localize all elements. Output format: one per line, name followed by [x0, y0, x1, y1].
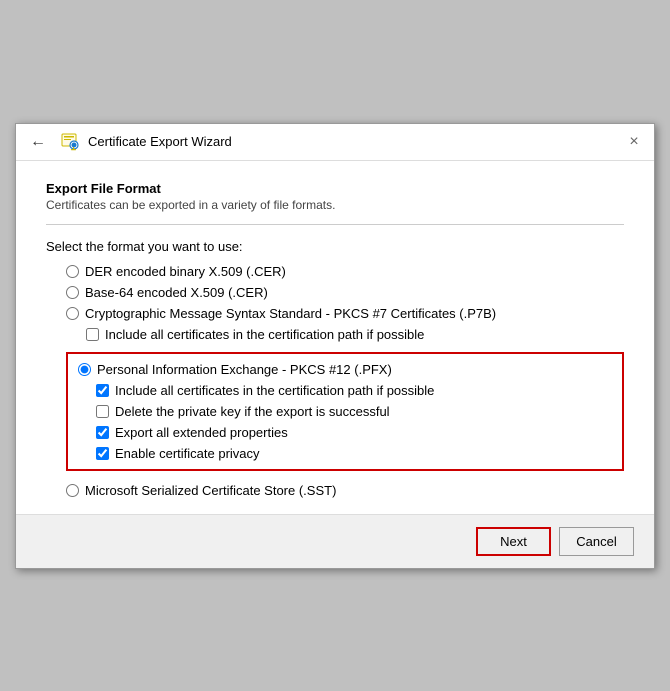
pkcs7-label: Cryptographic Message Syntax Standard - … — [85, 306, 496, 321]
pfx-option[interactable]: Personal Information Exchange - PKCS #12… — [78, 362, 612, 377]
pfx-checkboxes: Include all certificates in the certific… — [78, 383, 612, 461]
certificate-icon — [60, 132, 80, 152]
pfx-export-props[interactable]: Export all extended properties — [96, 425, 612, 440]
pfx-export-props-checkbox[interactable] — [96, 426, 109, 439]
footer: Next Cancel — [16, 514, 654, 568]
pkcs7-sub-option: Include all certificates in the certific… — [66, 327, 624, 342]
content-area: Export File Format Certificates can be e… — [16, 161, 654, 514]
ms-store-radio[interactable] — [66, 484, 79, 497]
pfx-export-props-label: Export all extended properties — [115, 425, 288, 440]
format-options: DER encoded binary X.509 (.CER) Base-64 … — [46, 264, 624, 498]
pfx-include-all-label: Include all certificates in the certific… — [115, 383, 434, 398]
cancel-button[interactable]: Cancel — [559, 527, 634, 556]
base64-radio[interactable] — [66, 286, 79, 299]
pkcs7-include-all[interactable]: Include all certificates in the certific… — [86, 327, 624, 342]
pkcs7-include-all-checkbox[interactable] — [86, 328, 99, 341]
section-title: Export File Format — [46, 181, 624, 196]
title-bar: ← Certificate Export Wizard × — [16, 124, 654, 161]
pfx-cert-privacy[interactable]: Enable certificate privacy — [96, 446, 612, 461]
pkcs7-include-all-label: Include all certificates in the certific… — [105, 327, 424, 342]
pfx-group: Personal Information Exchange - PKCS #12… — [66, 352, 624, 471]
pfx-cert-privacy-checkbox[interactable] — [96, 447, 109, 460]
divider — [46, 224, 624, 225]
close-button[interactable]: × — [622, 130, 646, 154]
der-option[interactable]: DER encoded binary X.509 (.CER) — [66, 264, 624, 279]
pfx-radio[interactable] — [78, 363, 91, 376]
select-format-label: Select the format you want to use: — [46, 239, 624, 254]
pfx-delete-key[interactable]: Delete the private key if the export is … — [96, 404, 612, 419]
base64-option[interactable]: Base-64 encoded X.509 (.CER) — [66, 285, 624, 300]
title-bar-left: ← Certificate Export Wizard — [24, 131, 232, 153]
pfx-delete-key-label: Delete the private key if the export is … — [115, 404, 390, 419]
pfx-include-all[interactable]: Include all certificates in the certific… — [96, 383, 612, 398]
back-button[interactable]: ← — [24, 131, 52, 153]
der-label: DER encoded binary X.509 (.CER) — [85, 264, 286, 279]
pkcs7-radio[interactable] — [66, 307, 79, 320]
next-button[interactable]: Next — [476, 527, 551, 556]
pfx-include-all-checkbox[interactable] — [96, 384, 109, 397]
ms-store-label: Microsoft Serialized Certificate Store (… — [85, 483, 336, 498]
pfx-label: Personal Information Exchange - PKCS #12… — [97, 362, 392, 377]
der-radio[interactable] — [66, 265, 79, 278]
pfx-cert-privacy-label: Enable certificate privacy — [115, 446, 260, 461]
wizard-window: ← Certificate Export Wizard × Export Fil… — [15, 123, 655, 569]
base64-label: Base-64 encoded X.509 (.CER) — [85, 285, 268, 300]
pkcs7-option[interactable]: Cryptographic Message Syntax Standard - … — [66, 306, 624, 321]
ms-store-option[interactable]: Microsoft Serialized Certificate Store (… — [66, 483, 624, 498]
pfx-delete-key-checkbox[interactable] — [96, 405, 109, 418]
title-bar-title: Certificate Export Wizard — [88, 134, 232, 149]
section-description: Certificates can be exported in a variet… — [46, 198, 624, 212]
